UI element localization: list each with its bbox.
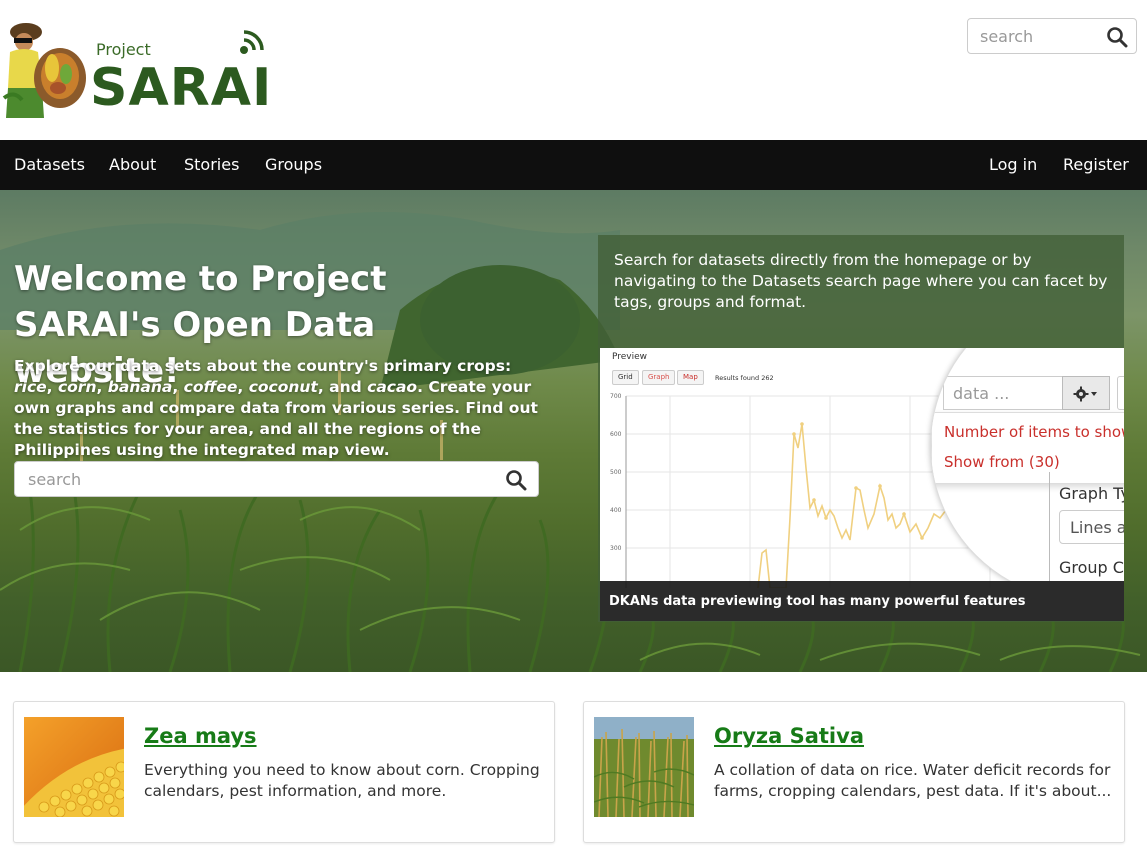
magnifier-dropdown-menu: Number of items to show Show from (30) — [931, 412, 1124, 484]
nav-login[interactable]: Log in — [989, 155, 1037, 174]
info-panel-text: Search for datasets directly from the ho… — [614, 251, 1108, 311]
preview-caption-text: DKANs data previewing tool has many powe… — [609, 594, 1026, 609]
hero-search-input[interactable] — [16, 463, 486, 495]
search-icon[interactable] — [1106, 26, 1128, 48]
nav-groups[interactable]: Groups — [265, 155, 322, 174]
gear-icon — [1062, 376, 1110, 410]
header-search — [967, 18, 1137, 54]
farmer-illustration — [2, 23, 86, 118]
card-description: A collation of data on rice. Water defic… — [714, 761, 1112, 800]
header-search-input[interactable] — [969, 20, 1099, 52]
main-nav: Datasets About Stories Groups Log in Reg… — [0, 140, 1147, 190]
hero-search — [14, 461, 539, 497]
hero-intro: Explore our data sets about the country'… — [14, 357, 538, 459]
nav-stories[interactable]: Stories — [184, 155, 239, 174]
wifi-signal-icon — [240, 30, 264, 54]
magnifier-group-label: Group Co — [1059, 558, 1124, 577]
logo-sarai-text: SARAI — [90, 58, 273, 118]
magnifier-divider — [1049, 472, 1050, 581]
nav-datasets[interactable]: Datasets — [14, 155, 85, 174]
magnifier-side-button — [1117, 376, 1124, 410]
card-title-zea-mays[interactable]: Zea mays — [144, 724, 257, 748]
nav-register[interactable]: Register — [1063, 155, 1129, 174]
menu-item-items-to-show: Number of items to show — [944, 423, 1124, 441]
card-title-oryza-sativa[interactable]: Oryza Sativa — [714, 724, 864, 748]
rice-field-photo — [594, 717, 694, 817]
crop-card-rice[interactable]: Oryza Sativa A collation of data on rice… — [583, 701, 1125, 843]
site-logo[interactable]: Project SARAI — [0, 18, 273, 122]
magnifier-data-input: data ... — [943, 376, 1063, 410]
logo-project-text: Project — [96, 40, 151, 59]
magnifier-lens: data ... Number of items to show Show fr… — [930, 348, 1124, 581]
search-icon[interactable] — [505, 469, 527, 491]
menu-item-show-from: Show from (30) — [944, 453, 1060, 471]
preview-caption: DKANs data previewing tool has many powe… — [600, 581, 1124, 621]
nav-about[interactable]: About — [109, 155, 156, 174]
magnifier-clip: data ... Number of items to show Show fr… — [600, 348, 1124, 581]
card-description: Everything you need to know about corn. … — [144, 761, 540, 800]
site-header: Project SARAI — [0, 0, 1147, 140]
magnifier-graph-type-label: Graph Ty — [1059, 484, 1124, 503]
crop-card-corn[interactable]: Zea mays Everything you need to know abo… — [13, 701, 555, 843]
magnifier-lines-select: Lines a — [1059, 510, 1124, 544]
corn-photo — [24, 717, 124, 817]
